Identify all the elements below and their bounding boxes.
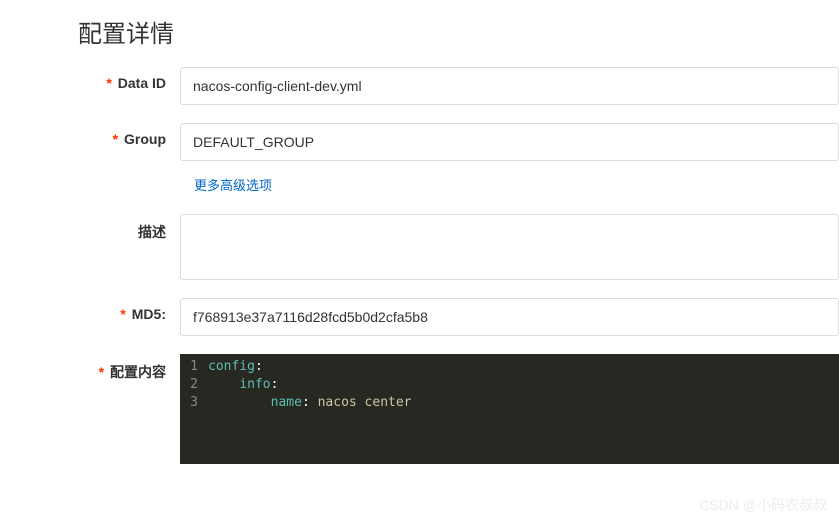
required-marker-icon: * xyxy=(106,75,111,91)
data-id-input[interactable] xyxy=(180,67,839,105)
code-line: 3 name: nacos center xyxy=(180,394,839,412)
field-group-row: * Group xyxy=(0,123,839,161)
advanced-options-link[interactable]: 更多高级选项 xyxy=(14,175,839,194)
watermark-text: CSDN @小码农叔叔 xyxy=(699,495,827,515)
required-marker-icon: * xyxy=(120,306,125,322)
md5-input[interactable] xyxy=(180,298,839,336)
page-title: 配置详情 xyxy=(0,0,839,67)
required-marker-icon: * xyxy=(113,131,118,147)
required-marker-icon: * xyxy=(99,364,104,380)
code-line: 1config: xyxy=(180,358,839,376)
field-content-label: * 配置内容 xyxy=(0,354,180,382)
config-content-editor[interactable]: 1config:2 info:3 name: nacos center xyxy=(180,354,839,464)
field-data-id-label: * Data ID xyxy=(0,67,180,91)
description-textarea[interactable] xyxy=(180,214,839,280)
field-desc-label: 描述 xyxy=(0,214,180,242)
field-content-row: * 配置内容 1config:2 info:3 name: nacos cent… xyxy=(0,354,839,464)
field-desc-row: 描述 xyxy=(0,214,839,280)
group-input[interactable] xyxy=(180,123,839,161)
code-line: 2 info: xyxy=(180,376,839,394)
field-group-label: * Group xyxy=(0,123,180,147)
field-data-id-row: * Data ID xyxy=(0,67,839,105)
field-md5-label: * MD5: xyxy=(0,298,180,322)
field-md5-row: * MD5: xyxy=(0,298,839,336)
